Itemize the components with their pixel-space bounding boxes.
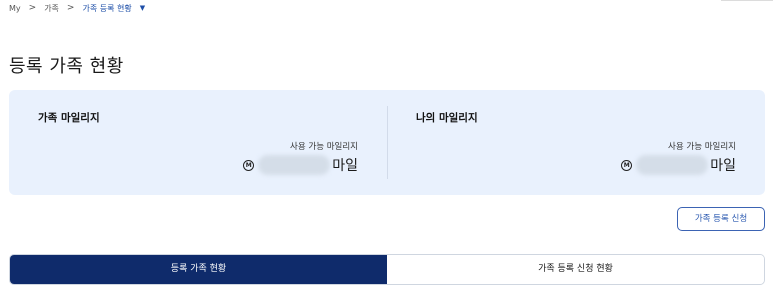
family-available-mileage-label: 사용 가능 마일리지	[290, 142, 358, 152]
chevron-right-icon: >	[28, 3, 37, 13]
top-divider	[721, 0, 773, 1]
caret-down-icon[interactable]: ▼	[140, 4, 145, 12]
mileage-summary-panel: 가족 마일리지 사용 가능 마일리지 M 마일 나의 마일리지 사용 가능 마일…	[9, 90, 765, 195]
breadcrumb: My > 가족 > 가족 등록 현황 ▼	[9, 2, 145, 14]
breadcrumb-item-my[interactable]: My	[9, 4, 21, 13]
breadcrumb-item-current[interactable]: 가족 등록 현황	[82, 3, 131, 14]
chevron-right-icon: >	[66, 3, 75, 13]
family-mileage-amount: M 마일	[243, 154, 358, 176]
mileage-coin-icon: M	[621, 159, 633, 171]
my-available-mileage-label: 사용 가능 마일리지	[668, 142, 736, 152]
mileage-unit: 마일	[332, 158, 358, 174]
tab-bar: 등록 가족 현황 가족 등록 신청 현황	[9, 254, 765, 285]
my-mileage-title: 나의 마일리지	[416, 112, 478, 124]
family-mileage-title: 가족 마일리지	[38, 112, 100, 124]
page-title: 등록 가족 현황	[9, 56, 124, 77]
family-mileage-section: 가족 마일리지 사용 가능 마일리지 M 마일	[9, 90, 387, 195]
breadcrumb-item-family[interactable]: 가족	[44, 3, 59, 14]
masked-mileage-value	[258, 155, 331, 175]
my-mileage-section: 나의 마일리지 사용 가능 마일리지 M 마일	[387, 90, 765, 195]
mileage-coin-icon: M	[243, 159, 255, 171]
my-mileage-amount: M 마일	[621, 154, 736, 176]
mileage-unit: 마일	[710, 158, 736, 174]
tab-registered-family[interactable]: 등록 가족 현황	[10, 255, 387, 284]
masked-mileage-value	[636, 155, 709, 175]
tab-registration-requests[interactable]: 가족 등록 신청 현황	[387, 255, 764, 284]
family-registration-apply-button[interactable]: 가족 등록 신청	[677, 207, 765, 231]
